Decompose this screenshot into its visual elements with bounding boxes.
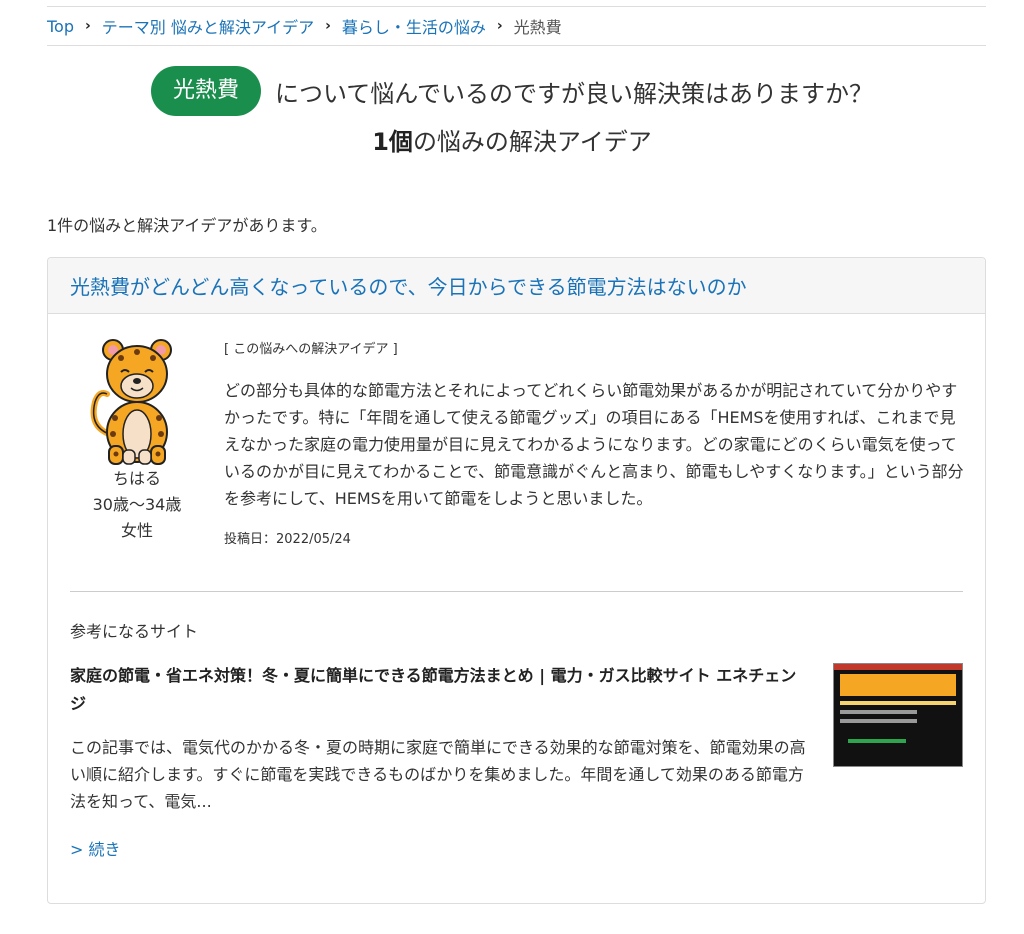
chevron-right-icon: › [325, 18, 331, 34]
idea-body: どの部分も具体的な節電方法とそれによってどれくらい節電効果があるかが明記されてい… [224, 381, 964, 508]
reference-heading: 参考になるサイト [70, 622, 199, 641]
headline-text: について悩んでいるのですが良い解決策はありますか？ [274, 79, 874, 108]
thumbnail-banner [840, 674, 956, 696]
chevron-right-icon: › [85, 18, 91, 34]
cheetah-icon [90, 339, 172, 465]
reference-title: 家庭の節電・省エネ対策！冬・夏に簡単にできる節電方法まとめ | 電力・ガス比較サ… [70, 666, 797, 713]
author-age: 30歳〜34歳 [92, 495, 182, 514]
author-name: ちはる [112, 469, 161, 488]
page-headline: 光熱費 について悩んでいるのですが良い解決策はありますか？ [0, 66, 1024, 116]
reference-description: この記事では、電気代のかかる冬・夏の時期に家庭で簡単にできる効果的な節電対策を、… [70, 738, 806, 811]
post-card-header: 光熱費がどんどん高くなっているので、今日からできる節電方法はないのか [48, 258, 985, 314]
thumbnail-row [848, 739, 906, 743]
read-more-link[interactable]: > 続き [70, 836, 121, 860]
post-card: 光熱費がどんどん高くなっているので、今日からできる節電方法はないのか ちはる 3… [47, 257, 986, 904]
tag-badge: 光熱費 [150, 66, 261, 116]
breadcrumb-link-theme[interactable]: テーマ別 悩みと解決アイデア [102, 14, 314, 38]
idea-count-suffix: の悩みの解決アイデア [412, 128, 652, 156]
reference-thumbnail[interactable] [833, 663, 963, 767]
post-title-link[interactable]: 光熱費がどんどん高くなっているので、今日からできる節電方法はないのか [70, 271, 747, 300]
breadcrumb-current: 光熱費 [513, 18, 562, 37]
breadcrumb-link-top[interactable]: Top [47, 17, 74, 36]
chevron-right-icon: › [496, 18, 503, 34]
thumbnail-top-bar [834, 664, 962, 670]
breadcrumb: Top › テーマ別 悩みと解決アイデア › 暮らし・生活の悩み › 光熱費 [47, 6, 986, 46]
thumbnail-row [840, 701, 956, 705]
divider [70, 591, 963, 592]
breadcrumb-link-category[interactable]: 暮らし・生活の悩み [342, 14, 486, 38]
result-count-note: 1件の悩みと解決アイデアがあります。 [47, 216, 327, 235]
idea-section: [ この悩みへの解決アイデア ] どの部分も具体的な節電方法とそれによってどれく… [224, 338, 968, 547]
idea-count: 1個 [372, 128, 413, 156]
idea-label: [ この悩みへの解決アイデア ] [224, 342, 398, 357]
author-gender: 女性 [120, 521, 153, 540]
thumbnail-row [840, 710, 917, 714]
post-date: 投稿日：2022/05/24 [224, 532, 351, 547]
author-info: ちはる 30歳〜34歳 女性 [78, 334, 196, 544]
page-subtitle: 1個の悩みの解決アイデア [0, 122, 1024, 157]
thumbnail-row [840, 719, 917, 723]
